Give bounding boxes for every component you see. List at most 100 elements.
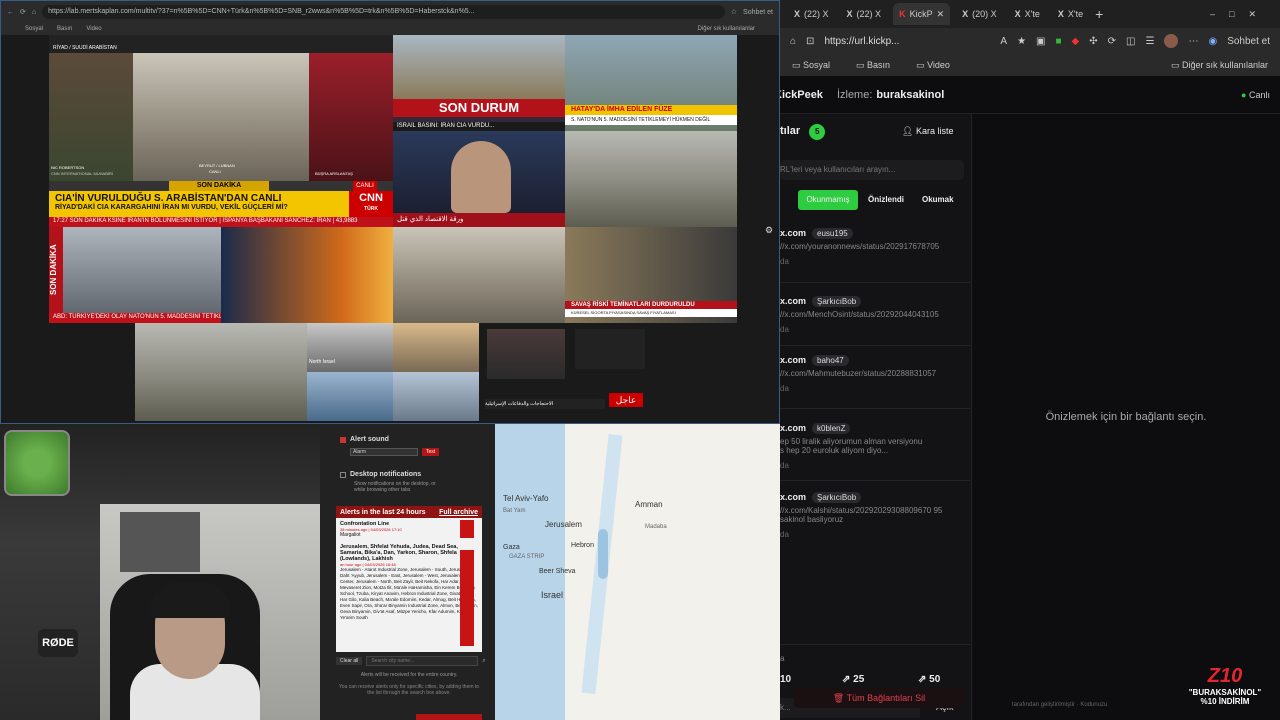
settings-gear-icon[interactable]: ⚙ (765, 225, 773, 236)
city-search-input[interactable]: Search city name... (366, 656, 479, 666)
external-link-icon: ⇗ (918, 674, 930, 685)
window-controls[interactable]: –□✕ (1210, 9, 1280, 20)
tab-x-4[interactable]: X X'te (1009, 3, 1046, 25)
desktop-notif-desc: Show notifications on the desktop, or whi… (354, 481, 436, 493)
page-size-25[interactable]: ⇗ 25 (842, 674, 864, 685)
sidebar-footer-label: a (780, 654, 785, 663)
split-screen-icon[interactable]: ◫ (1126, 36, 1135, 47)
sondurum-ticker: İSRAİL BASINI: İRAN CIA VURDU... (393, 122, 565, 131)
left-address-bar: ← ⟳ ⌂ https://lab.mertskaplan.com/multit… (1, 1, 779, 23)
left-url-field[interactable]: https://lab.mertskaplan.com/multitv/?37=… (42, 5, 725, 19)
sohbet-button[interactable]: Sohbet et (1227, 36, 1270, 47)
search-icon[interactable]: ⌕ (482, 658, 485, 665)
links-count-badge: 5 (809, 124, 826, 140)
more-menu-icon[interactable]: ⋯ (1188, 36, 1198, 47)
tv-tile-telaviv[interactable] (393, 227, 565, 323)
filter-read-button[interactable]: Okumak (922, 190, 954, 210)
link-item[interactable]: x.com ŞarkıcıBob //x.com/Kalshi/status/20… (780, 492, 970, 539)
right-url-field[interactable]: https://url.kickp... (824, 36, 990, 47)
sound-select[interactable]: Alarm (350, 448, 418, 456)
extension-red-icon[interactable]: ◆ (1072, 36, 1080, 47)
extensions-puzzle-icon[interactable]: ✣ (1089, 36, 1097, 47)
new-tab-plus-icon[interactable]: + (1095, 6, 1103, 22)
alert-sound-checkbox[interactable] (340, 436, 346, 443)
page-size-10[interactable]: 10 (780, 674, 791, 685)
preview-placeholder: Önizlemek için bir bağlantı seçin. (1045, 411, 1207, 423)
desktop-notif-checkbox[interactable] (340, 471, 346, 478)
links-search-input[interactable]: RL'leri veya kullanıcıları arayın... (780, 160, 964, 180)
savas-subline: KÜRESEL SİGORTA PİYASASINDA SAVAŞ FİYATL… (565, 309, 737, 317)
alert-red-marker (460, 550, 474, 646)
star-icon[interactable]: ☆ (731, 8, 737, 16)
delete-all-links-button[interactable]: 🗑︎ Tüm Bağlantıları Sil (794, 688, 964, 708)
tv-tile-arabic-live[interactable]: عاجل الاحتجاجات والدفاعات الإسرائيلية (479, 323, 651, 421)
tv-tile-multicam[interactable]: North Israel (307, 323, 479, 421)
tv-tile-savas[interactable]: SAVAŞ RİSKİ TEMİNATLARI DURDURULDU KÜRES… (565, 227, 737, 323)
link-item[interactable]: x.com ŞarkıcıBob //x.com/MenchOsint/statu… (780, 296, 970, 334)
tab-x-3[interactable]: X (20) X (956, 3, 1003, 25)
bookmark-sosyal[interactable]: Sosyal (25, 26, 43, 32)
tv-tile-skyline-cam[interactable] (135, 323, 307, 421)
tgrt-ticker: ABD: TÜRKİYE'DEKİ OLAY NATO'NUN 5. MADDE… (49, 313, 221, 323)
tab-x-5[interactable]: X X'te (1052, 3, 1089, 25)
sponsor-logo: Z10 (1207, 665, 1243, 687)
clear-all-button[interactable]: Clear all (336, 657, 363, 665)
bookmark-other[interactable]: Diğer sık kullanılanlar (698, 26, 755, 32)
blacklist-button[interactable]: 👤︎ Kara liste (902, 126, 953, 137)
bookmark-basin[interactable]: ▭ Basın (856, 60, 890, 71)
x-logo-icon: X (846, 9, 853, 19)
site-info-icon[interactable]: ⊡ (806, 36, 814, 47)
bookmark-video[interactable]: ▭ Video (916, 60, 950, 71)
alert-sound-row: Alert sound (320, 436, 409, 443)
full-archive-link[interactable]: Full archive (439, 509, 478, 516)
folder-icon: ▭ (856, 59, 868, 70)
israel-map[interactable]: Tel Aviv-Yafo Amman Jerusalem Hebron Gaz… (495, 424, 780, 720)
tv-tile-gaza-cam[interactable] (565, 131, 737, 227)
reporter-video (49, 53, 133, 181)
refresh-icon[interactable]: ⟳ (1108, 36, 1116, 47)
tv-tile-cnnturk[interactable]: RİYAD / SUUDİ ARABİSTAN NIC ROBERTSON CN… (49, 35, 393, 227)
extension-green-icon[interactable]: ■ (1056, 36, 1062, 47)
home-icon[interactable]: ⌂ (32, 9, 36, 16)
home-icon[interactable]: ⌂ (790, 36, 796, 47)
link-item[interactable]: x.com k0blenZ ep 50 liralik aliyorumun al… (780, 423, 970, 470)
copilot-icon[interactable]: ◉ (1208, 36, 1217, 47)
tv-tile-sondurum[interactable]: SON DURUM İSRAİL BASINI: İRAN CIA VURDU.… (393, 35, 565, 131)
crowd-video (393, 35, 565, 99)
folder-icon: ▭ (792, 59, 804, 70)
bookmark-video[interactable]: Video (86, 26, 101, 32)
reporter-name: NIC ROBERTSON (51, 165, 85, 170)
app-footer-credit: tarafından geliştirilmiştir · Kodunuzu (1012, 702, 1108, 708)
tv-tile-fire[interactable] (221, 227, 393, 323)
bookmark-other[interactable]: ▭ Diğer sık kullanılanlar (1171, 60, 1268, 71)
tab-kickpeek[interactable]: K KickP ✕ (893, 3, 951, 25)
page-size-50[interactable]: ⇗ 50 (918, 674, 940, 685)
tv-tile-arabic-news[interactable]: ورقة الاقتصاد الذي قتل (393, 131, 565, 227)
bookmark-basin[interactable]: Basın (57, 26, 72, 32)
tv-tile-hatay[interactable]: HATAY'DA İMHA EDİLEN FÜZE S. NATO'NUN 5.… (565, 35, 737, 131)
profile-avatar[interactable] (1164, 34, 1179, 48)
reload-icon[interactable]: ⟳ (20, 8, 26, 16)
rode-microphone: RØDE (38, 629, 78, 657)
filter-unread-button[interactable]: Okunmamış (798, 190, 858, 210)
app-brand: KickPeek (780, 88, 823, 101)
extension-icon[interactable]: ▣ (1036, 36, 1045, 47)
read-aloud-icon[interactable]: A (1000, 36, 1007, 47)
desktop-notif-row: Desktop notifications (320, 471, 441, 478)
link-item[interactable]: x.com baho47 //x.com/Mahmutebuzer/status/… (780, 355, 970, 393)
add-button[interactable] (416, 714, 482, 720)
back-icon[interactable]: ← (7, 9, 14, 16)
bookmark-sosyal[interactable]: ▭ Sosyal (792, 60, 830, 71)
tv-tile-tgrt[interactable]: SON DAKİKA ABD: TÜRKİYE'DEKİ OLAY NATO'N… (49, 227, 221, 323)
tab-x-1[interactable]: X (22) X (788, 3, 835, 25)
tab-x-2[interactable]: X (22) X (841, 3, 888, 25)
watching-user: buraksakinol (876, 88, 945, 101)
left-sohbet-button[interactable]: Sohbet et (743, 9, 773, 16)
wall-frames (120, 512, 200, 572)
link-item[interactable]: x.com eusu195 //x.com/youranonnews/status… (780, 228, 970, 266)
test-sound-button[interactable]: Test (422, 448, 440, 456)
favorite-star-icon[interactable]: ★ (1017, 36, 1026, 47)
favorites-bar-icon[interactable]: ☰ (1145, 36, 1154, 47)
filter-previewed-button[interactable]: Önizlendi (868, 190, 904, 210)
place-label: BEYRUT / LÜBNAN (199, 163, 235, 168)
